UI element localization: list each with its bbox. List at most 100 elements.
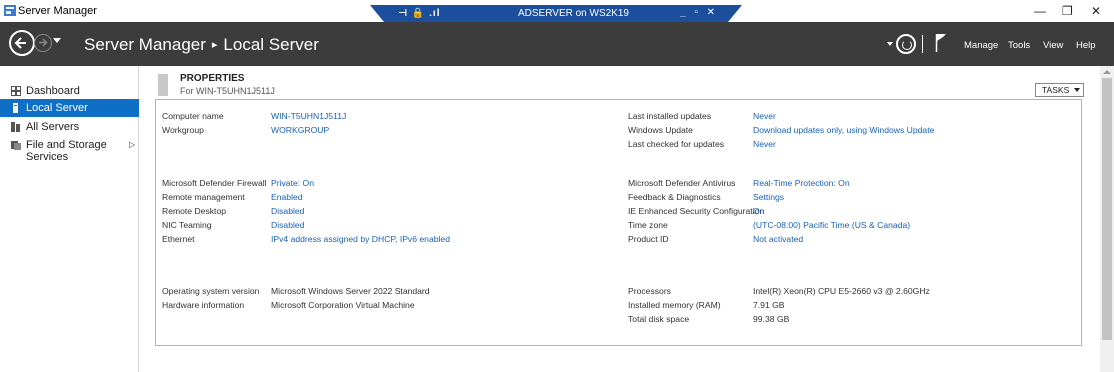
menu-help[interactable]: Help xyxy=(1076,40,1096,51)
property-value-link[interactable]: Settings xyxy=(753,192,784,202)
arrow-left-icon xyxy=(14,37,26,49)
chevron-down-icon xyxy=(1074,88,1080,92)
property-key: Microsoft Defender Antivirus xyxy=(628,178,736,188)
sidebar-item-all-servers[interactable]: All Servers xyxy=(0,118,139,136)
property-value-link[interactable]: WORKGROUP xyxy=(271,125,329,135)
property-key: Workgroup xyxy=(162,125,204,135)
rdp-pin-lock-signal-icons[interactable]: ⊣ 🔒 .ıl xyxy=(398,8,440,19)
restore-button[interactable]: ❐ xyxy=(1062,4,1073,18)
property-key: Last installed updates xyxy=(628,111,712,121)
menu-manage[interactable]: Manage xyxy=(964,40,998,51)
sidebar-item-file-storage[interactable]: File and Storage Services ▷ xyxy=(0,136,139,163)
property-value-link[interactable]: Never xyxy=(753,139,776,149)
property-key: Feedback & Diagnostics xyxy=(628,192,721,202)
storage-icon xyxy=(11,141,21,150)
property-key: Microsoft Defender Firewall xyxy=(162,178,267,188)
menu-view[interactable]: View xyxy=(1043,40,1063,51)
property-key: Remote management xyxy=(162,192,245,202)
main-content: PROPERTIES For WIN-T5UHN1J511J TASKS Com… xyxy=(140,66,1100,372)
sidebar-item-local-server[interactable]: Local Server xyxy=(0,99,139,117)
property-value-link[interactable]: Real-Time Protection: On xyxy=(753,178,850,188)
property-row-last-installed-updates: Last installed updates Never xyxy=(628,111,1068,123)
sidebar-item-label: All Servers xyxy=(26,121,80,133)
property-key: Total disk space xyxy=(628,314,690,324)
navigation-sidebar: Dashboard Local Server All Servers File … xyxy=(0,66,139,372)
sidebar-item-label: Dashboard xyxy=(26,85,80,97)
property-key: Ethernet xyxy=(162,234,195,244)
window-titlebar: Server Manager ⊣ 🔒 .ıl ADSERVER on WS2K1… xyxy=(0,0,1114,22)
property-row-processors: Processors Intel(R) Xeon(R) CPU E5-2660 … xyxy=(628,286,1068,298)
property-key: Operating system version xyxy=(162,286,260,296)
app-header: Server Manager ▸ Local Server Manage Tools… xyxy=(0,22,1114,66)
properties-panel: Computer name WIN-T5UHN1J511J Workgroup … xyxy=(155,99,1082,346)
property-value-link[interactable]: (UTC-08:00) Pacific Time (US & Canada) xyxy=(753,220,910,230)
property-value-link[interactable]: Enabled xyxy=(271,192,303,202)
history-dropdown-icon[interactable] xyxy=(53,38,61,43)
property-key: IE Enhanced Security Configuration xyxy=(628,206,765,216)
server-icon xyxy=(13,103,18,113)
property-row-ie-esc: IE Enhanced Security Configuration On xyxy=(628,206,1068,218)
property-row-hardware: Hardware information Microsoft Corporati… xyxy=(162,300,582,312)
vertical-scrollbar[interactable] xyxy=(1100,66,1114,372)
property-value: 99.38 GB xyxy=(753,314,790,324)
tasks-button[interactable]: TASKS xyxy=(1035,83,1084,97)
close-button[interactable]: ✕ xyxy=(1091,4,1101,18)
server-manager-app-icon xyxy=(4,5,16,16)
property-value: 7.91 GB xyxy=(753,300,785,310)
property-row-product-id: Product ID Not activated xyxy=(628,234,1068,246)
property-key: Installed memory (RAM) xyxy=(628,300,721,310)
property-value-link[interactable]: On xyxy=(753,206,764,216)
sidebar-item-label: File and Storage Services xyxy=(26,139,107,163)
minimize-button[interactable]: — xyxy=(1034,4,1046,18)
property-row-firewall: Microsoft Defender Firewall Private: On xyxy=(162,178,582,190)
sidebar-item-dashboard[interactable]: Dashboard xyxy=(0,82,139,100)
rdp-connection-bar[interactable]: ⊣ 🔒 .ıl ADSERVER on WS2K19 _ ▫ ✕ xyxy=(370,5,742,22)
property-row-remote-desktop: Remote Desktop Disabled xyxy=(162,206,582,218)
property-row-os-version: Operating system version Microsoft Windo… xyxy=(162,286,582,298)
property-value: Microsoft Windows Server 2022 Standard xyxy=(271,286,430,296)
property-value-link[interactable]: WIN-T5UHN1J511J xyxy=(271,111,346,121)
scrollbar-thumb[interactable] xyxy=(1102,78,1112,340)
property-key: NIC Teaming xyxy=(162,220,212,230)
property-value: Intel(R) Xeon(R) CPU E5-2660 v3 @ 2.60GH… xyxy=(753,286,930,296)
forward-button[interactable] xyxy=(34,34,52,52)
properties-tile-icon xyxy=(158,74,168,96)
property-row-disk-space: Total disk space 99.38 GB xyxy=(628,314,1068,326)
property-row-remote-management: Remote management Enabled xyxy=(162,192,582,204)
property-value-link[interactable]: Disabled xyxy=(271,220,304,230)
breadcrumb-app[interactable]: Server Manager xyxy=(84,35,206,54)
property-row-ethernet: Ethernet IPv4 address assigned by DHCP, … xyxy=(162,234,582,246)
property-value-link[interactable]: Disabled xyxy=(271,206,304,216)
scroll-up-icon[interactable] xyxy=(1103,70,1111,74)
notifications-flag-icon[interactable] xyxy=(935,33,947,53)
property-key: Hardware information xyxy=(162,300,245,310)
breadcrumb: Server Manager ▸ Local Server xyxy=(84,35,319,55)
window-title: Server Manager xyxy=(18,5,97,17)
property-value-link[interactable]: Private: On xyxy=(271,178,314,188)
properties-title: PROPERTIES xyxy=(180,73,245,84)
expand-arrow-icon[interactable]: ▷ xyxy=(129,140,135,149)
breadcrumb-page: Local Server xyxy=(223,35,319,54)
property-value-link[interactable]: Never xyxy=(753,111,776,121)
refresh-icon[interactable] xyxy=(896,34,916,54)
property-row-computer-name: Computer name WIN-T5UHN1J511J xyxy=(162,111,582,123)
property-value-link[interactable]: IPv4 address assigned by DHCP, IPv6 enab… xyxy=(271,234,450,244)
property-row-time-zone: Time zone (UTC-08:00) Pacific Time (US &… xyxy=(628,220,1068,232)
property-row-memory: Installed memory (RAM) 7.91 GB xyxy=(628,300,1068,312)
dashboard-icon xyxy=(11,86,21,96)
property-key: Remote Desktop xyxy=(162,206,227,216)
rdp-window-controls[interactable]: _ ▫ ✕ xyxy=(680,7,718,18)
refresh-dropdown-icon[interactable] xyxy=(887,42,893,46)
property-key: Windows Update xyxy=(628,125,693,135)
property-row-workgroup: Workgroup WORKGROUP xyxy=(162,125,582,137)
rdp-connection-title: ADSERVER on WS2K19 xyxy=(518,8,629,19)
property-row-feedback-diagnostics: Feedback & Diagnostics Settings xyxy=(628,192,1068,204)
menu-tools[interactable]: Tools xyxy=(1008,40,1030,51)
back-button[interactable] xyxy=(9,30,35,56)
property-value-link[interactable]: Not activated xyxy=(753,234,803,244)
servers-icon xyxy=(11,122,20,132)
property-row-antivirus: Microsoft Defender Antivirus Real-Time P… xyxy=(628,178,1068,190)
property-row-nic-teaming: NIC Teaming Disabled xyxy=(162,220,582,232)
property-value-link[interactable]: Download updates only, using Windows Upd… xyxy=(753,125,934,135)
property-key: Last checked for updates xyxy=(628,139,725,149)
